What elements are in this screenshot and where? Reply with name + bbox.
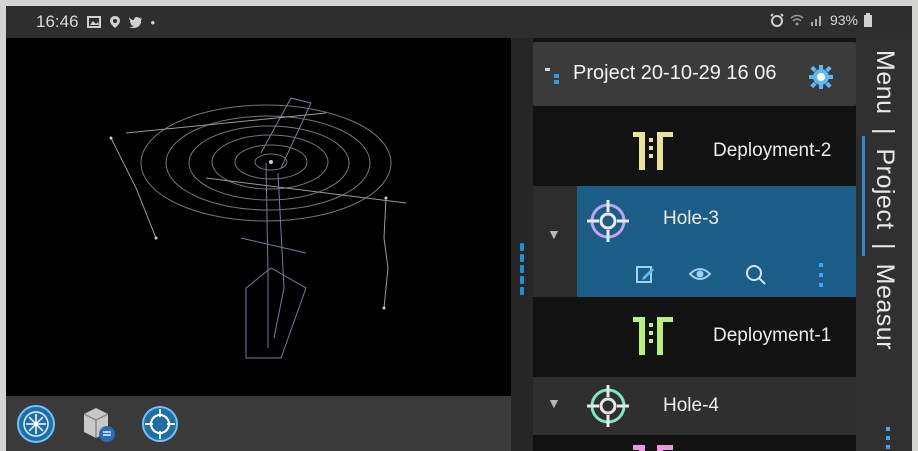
survey-line xyxy=(125,112,327,134)
tab-project[interactable]: Project xyxy=(871,148,899,229)
list-item-label: Hole-3 xyxy=(663,208,719,229)
device-screen: 16:46 • 93% Project 20-10-29 16 06 Deplo… xyxy=(6,6,912,451)
list-item-deployment-1[interactable]: Deployment-1 xyxy=(533,297,856,377)
borehole-trace xyxy=(265,162,269,348)
borehole-3d-render xyxy=(109,97,407,359)
crosshair-icon xyxy=(587,200,629,242)
tab-separator: | xyxy=(871,243,899,251)
battery-percent: 93% xyxy=(829,12,858,28)
more-options-icon[interactable] xyxy=(817,262,825,288)
eye-icon[interactable] xyxy=(689,266,711,282)
survey-point xyxy=(384,196,388,200)
panel-resize-divider[interactable] xyxy=(511,38,533,451)
layers-view-button[interactable] xyxy=(78,404,118,444)
survey-point xyxy=(382,306,386,310)
list-item-hole-3[interactable]: Hole-3 xyxy=(577,186,856,297)
project-header[interactable]: Project 20-10-29 16 06 xyxy=(533,42,856,106)
drag-handle-dot[interactable] xyxy=(520,243,524,251)
side-tab-strip: Menu | Project | Measur xyxy=(856,38,912,451)
cube-layers-icon xyxy=(83,408,115,442)
list-item-label: Deployment-2 xyxy=(713,140,832,161)
borehole-trace xyxy=(273,172,285,339)
compass-icon xyxy=(17,405,55,443)
tab-labels: Menu | Project | Measur xyxy=(870,50,899,350)
crosshair-icon xyxy=(587,385,629,427)
project-title: Project 20-10-29 16 06 xyxy=(573,62,777,84)
tab-menu[interactable]: Menu xyxy=(871,50,899,115)
search-icon[interactable] xyxy=(745,264,767,286)
edit-icon[interactable] xyxy=(635,264,655,284)
battery-icon xyxy=(864,13,872,27)
status-time: 16:46 xyxy=(36,12,79,31)
expand-caret-icon[interactable]: ▼ xyxy=(547,226,561,242)
status-bar: 16:46 • 93% xyxy=(6,6,912,38)
gear-icon[interactable] xyxy=(808,64,834,90)
survey-line xyxy=(383,197,389,309)
list-item-label: Deployment-1 xyxy=(713,325,832,346)
more-options-icon[interactable] xyxy=(884,426,892,451)
expand-caret-icon[interactable]: ▼ xyxy=(547,395,561,411)
borehole-wireframe xyxy=(245,267,307,359)
survey-line xyxy=(110,137,157,239)
deployment-icon xyxy=(633,317,673,355)
project-panel: Project 20-10-29 16 06 Deployment-2 ▼ Ho… xyxy=(533,38,856,451)
borehole-wireframe xyxy=(260,97,312,169)
alarm-icon xyxy=(770,13,784,27)
signal-icon xyxy=(810,16,821,26)
project-tree-icon xyxy=(545,68,559,84)
drag-handle-dot[interactable] xyxy=(520,287,524,295)
viewport-toolbar xyxy=(6,396,511,451)
crosshair-target-icon xyxy=(142,406,178,442)
survey-point xyxy=(154,236,158,240)
3d-viewport[interactable] xyxy=(6,38,511,396)
deployment-icon xyxy=(633,445,673,451)
expand-gutter[interactable]: ▼ xyxy=(533,186,577,297)
wifi-icon xyxy=(790,14,804,26)
list-item-label: Hole-4 xyxy=(663,395,719,416)
deployment-icon xyxy=(633,132,673,170)
dot-icon: • xyxy=(150,14,156,30)
list-item-deployment-2[interactable]: Deployment-2 xyxy=(533,116,856,186)
compass-view-button[interactable] xyxy=(16,404,56,444)
recenter-button[interactable] xyxy=(140,404,180,444)
survey-point xyxy=(269,160,273,164)
active-tab-indicator xyxy=(862,136,865,256)
list-item-partial[interactable] xyxy=(533,435,856,451)
borehole-wireframe xyxy=(240,237,307,254)
survey-point xyxy=(109,136,113,140)
list-item-hole-4[interactable]: ▼ Hole-4 xyxy=(533,377,856,435)
tab-measure[interactable]: Measur xyxy=(871,264,899,350)
drag-handle-dot[interactable] xyxy=(520,265,524,273)
contour-ring xyxy=(165,115,371,211)
tab-separator: | xyxy=(871,128,899,135)
image-icon xyxy=(86,16,101,28)
location-icon xyxy=(109,16,120,28)
drag-handle-dot[interactable] xyxy=(520,276,524,284)
drag-handle-dot[interactable] xyxy=(520,254,524,262)
twitter-icon xyxy=(128,16,142,28)
